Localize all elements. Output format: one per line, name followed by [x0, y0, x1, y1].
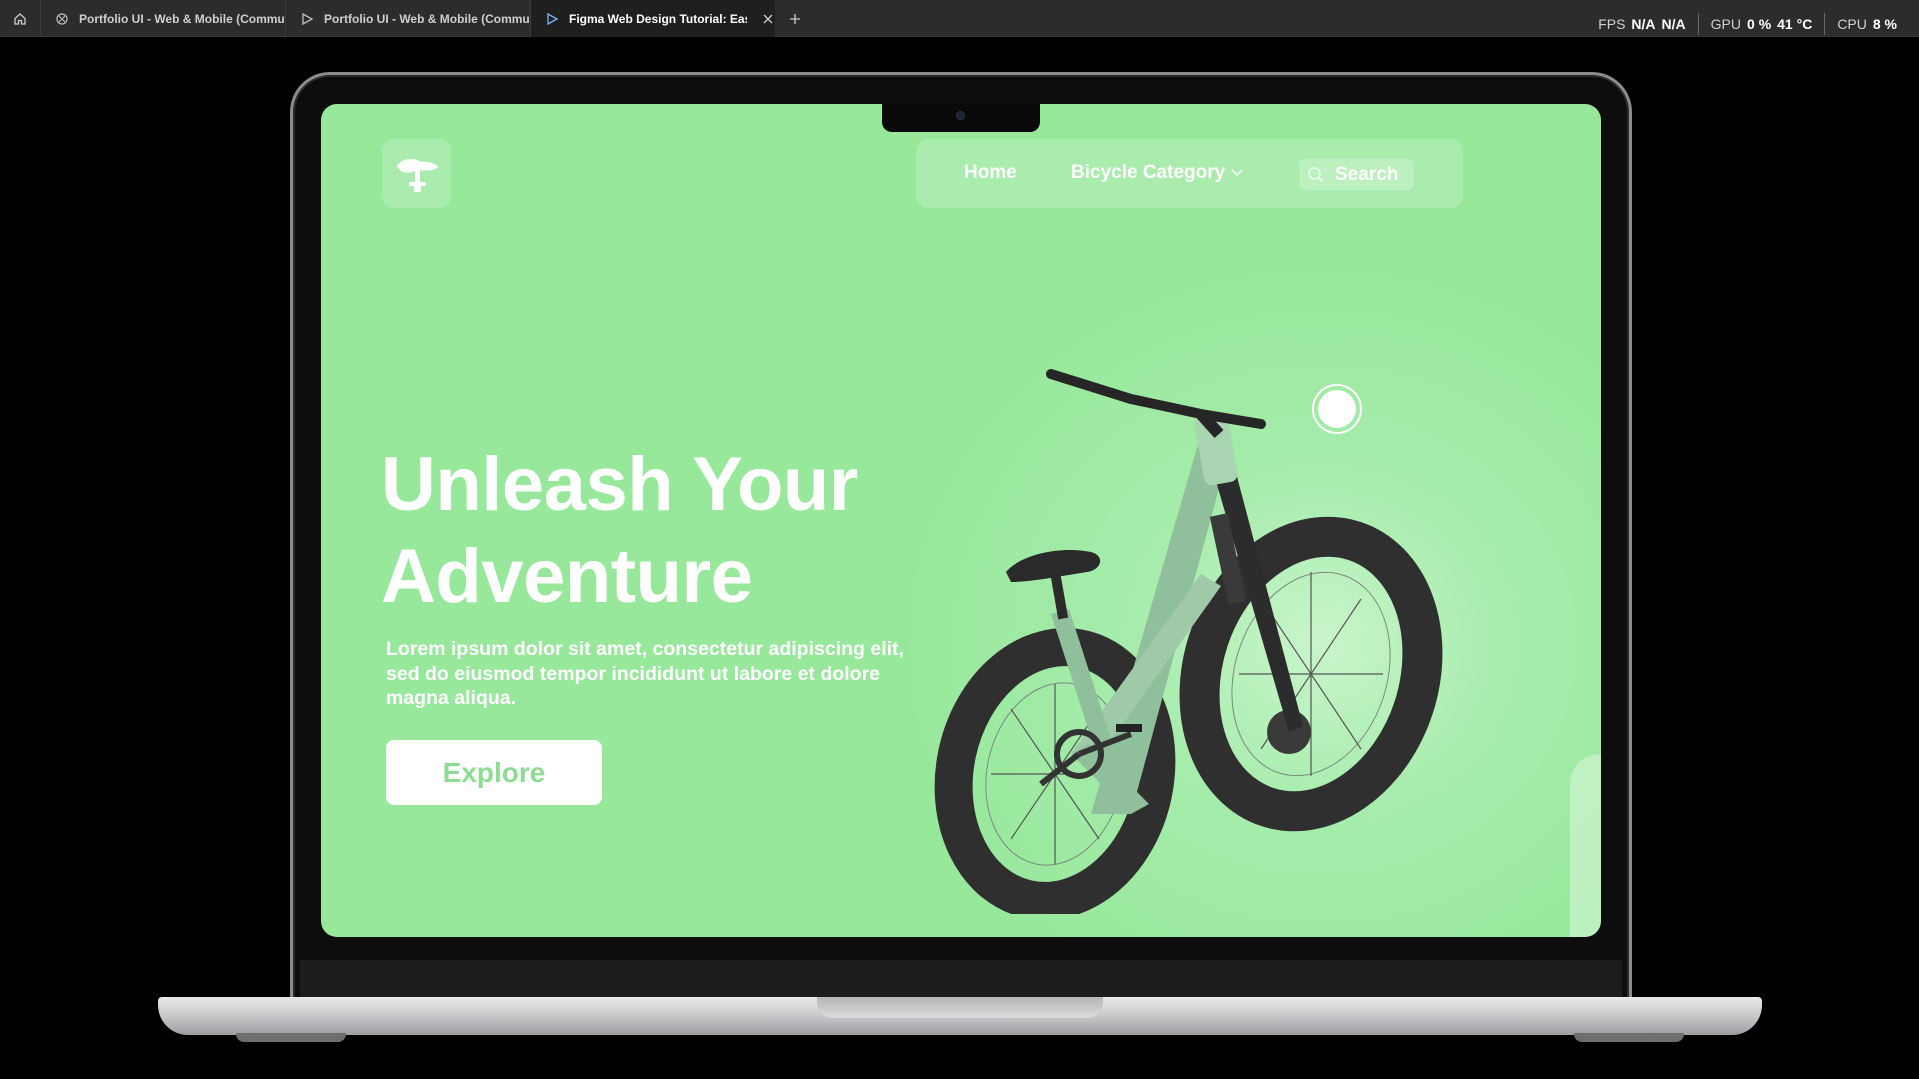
laptop-opening-notch: [817, 997, 1103, 1018]
nav-home[interactable]: Home: [964, 162, 1017, 184]
fps-label: FPS: [1598, 16, 1626, 32]
home-icon: [14, 12, 26, 25]
laptop-foot: [236, 1033, 346, 1042]
gpu-usage: 0 %: [1747, 16, 1772, 32]
webcam-icon: [956, 111, 965, 120]
component-icon: [56, 12, 68, 25]
camera-notch: [882, 104, 1040, 132]
nav-category-label: Bicycle Category: [1071, 162, 1226, 183]
cursor-highlight: [1312, 384, 1362, 434]
headline-line-1: Unleash Your: [381, 442, 858, 527]
laptop-screen: Home Bicycle Category Search Unleash You…: [321, 104, 1601, 937]
tab-portfolio-1[interactable]: Portfolio UI - Web & Mobile (Commun: [40, 0, 285, 37]
hero-headline: Unleash Your Adventure: [381, 439, 941, 623]
search-box[interactable]: Search: [1299, 159, 1414, 190]
bicycle-image: [934, 369, 1443, 914]
laptop-foot: [1574, 1033, 1684, 1042]
explore-button[interactable]: Explore: [386, 740, 602, 805]
play-icon: [302, 12, 314, 25]
cpu-label: CPU: [1837, 16, 1867, 32]
fps-value: N/A: [1631, 16, 1656, 32]
side-card-edge: [1570, 754, 1601, 937]
site-logo[interactable]: [382, 139, 451, 208]
home-button[interactable]: [0, 0, 40, 37]
tab-label: Portfolio UI - Web & Mobile (Commun: [79, 11, 285, 26]
gpu-temp: 41 °C: [1777, 16, 1813, 32]
fps-value-secondary: N/A: [1661, 16, 1686, 32]
new-tab-button[interactable]: [780, 0, 810, 37]
tab-label: Figma Web Design Tutorial: Easy: [569, 11, 747, 26]
search-label: Search: [1335, 163, 1399, 185]
performance-overlay: FPS N/A N/A GPU 0 % 41 °C CPU 8 %: [1586, 0, 1909, 37]
search-icon: [1308, 166, 1324, 183]
nav-bicycle-category[interactable]: Bicycle Category: [1071, 162, 1243, 184]
close-icon[interactable]: [761, 12, 775, 26]
fps-stat: FPS N/A N/A: [1586, 13, 1697, 35]
main-nav: Home Bicycle Category Search: [916, 139, 1463, 208]
bike-saddle-icon: [396, 158, 438, 192]
hero-body-text: Lorem ipsum dolor sit amet, consectetur …: [386, 638, 904, 709]
cpu-usage: 8 %: [1872, 16, 1897, 32]
headline-line-2: Adventure: [381, 534, 753, 619]
browser-tab-bar: Portfolio UI - Web & Mobile (Commun Port…: [0, 0, 1919, 37]
gpu-stat: GPU 0 % 41 °C: [1697, 13, 1825, 35]
play-icon: [547, 12, 559, 25]
tab-portfolio-2[interactable]: Portfolio UI - Web & Mobile (Commun: [285, 0, 530, 37]
cpu-stat: CPU 8 %: [1824, 13, 1909, 35]
gpu-label: GPU: [1710, 16, 1742, 32]
tab-label: Portfolio UI - Web & Mobile (Commun: [324, 11, 530, 26]
chevron-down-icon: [1231, 169, 1243, 177]
tab-figma-tutorial[interactable]: Figma Web Design Tutorial: Easy: [530, 0, 775, 37]
plus-icon: [790, 13, 800, 24]
cursor-dot-inner: [1318, 390, 1356, 428]
